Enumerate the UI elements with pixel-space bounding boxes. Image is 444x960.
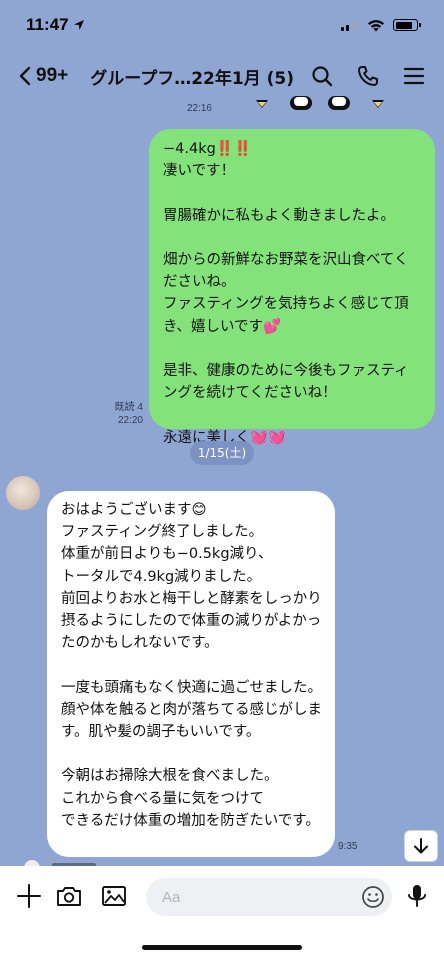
location-arrow-icon [73,20,84,30]
cellular-signal-icon [341,19,359,31]
emoji-icon[interactable] [361,885,385,909]
status-bar: 11:47 [0,0,444,50]
home-indicator [142,945,302,950]
back-button[interactable]: 99+ [18,65,68,87]
menu-icon[interactable] [402,64,426,88]
avatar[interactable] [6,476,40,510]
battery-icon [393,19,421,31]
scroll-to-bottom-button[interactable] [404,830,438,862]
status-time: 11:47 [26,15,69,34]
sender-name-blurred [52,473,112,483]
read-receipt: 既読 4 [114,402,143,413]
sticker-partial [256,96,384,110]
image-icon[interactable] [100,882,128,910]
message-bubble-incoming[interactable]: おはようございます😊 ファスティング終了しました。 体重が前日よりも−0.5kg… [47,491,335,857]
camera-icon[interactable] [55,882,83,910]
wifi-icon [368,19,384,31]
plus-icon[interactable] [15,882,43,910]
status-icons [341,19,421,32]
chat-title[interactable]: グループフ…22年1月 (5) [90,64,294,89]
status-time-group: 11:47 [26,15,85,35]
arrow-down-icon [414,838,428,854]
header-actions [310,64,426,88]
microphone-icon[interactable] [403,882,431,910]
message-input[interactable] [146,878,392,916]
previous-message-time: 22:16 [186,103,212,114]
date-separator: 1/15(土) [190,441,254,465]
message-time: 22:20 [117,415,143,426]
phone-icon[interactable] [356,64,380,88]
unread-count: 99+ [36,65,69,86]
search-icon[interactable] [310,64,334,88]
message-bubble-outgoing[interactable]: −4.4kg‼️‼️ 凄いです！ 胃腸確かに私もよく動きましたよ。 畑からの新鮮… [149,129,435,446]
chevron-left-icon [19,66,31,86]
message-time: 9:35 [338,841,358,852]
chat-header: 99+ グループフ…22年1月 (5) [0,52,444,100]
